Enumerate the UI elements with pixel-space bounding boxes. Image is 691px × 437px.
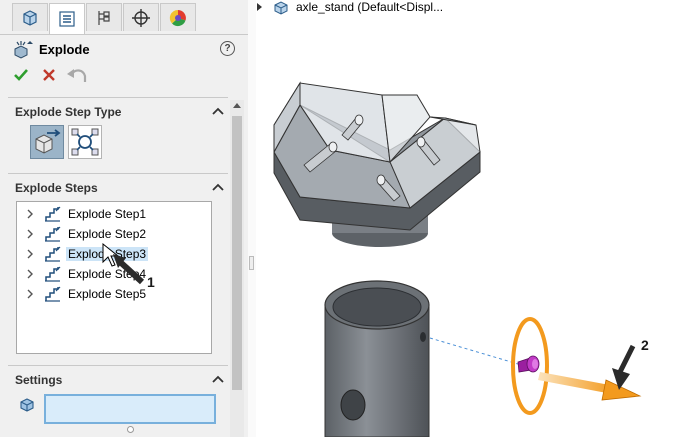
collapse-icon[interactable] xyxy=(211,106,225,116)
ok-button[interactable] xyxy=(12,66,30,84)
chevron-right-icon[interactable] xyxy=(26,228,34,240)
action-buttons xyxy=(12,66,132,86)
scroll-up-icon[interactable] xyxy=(233,102,241,110)
regular-explode-step-icon xyxy=(35,129,61,154)
graphics-viewport[interactable] xyxy=(256,16,691,437)
help-icon[interactable]: ? xyxy=(220,41,235,56)
explode-step-icon xyxy=(45,246,61,262)
collapse-icon[interactable] xyxy=(211,182,225,192)
explode-step-components-field[interactable] xyxy=(44,394,216,424)
explode-step-row[interactable]: Explode Step2 xyxy=(17,224,211,244)
explode-step-icon xyxy=(45,286,61,302)
callout-arrow-2 xyxy=(612,344,636,390)
separator xyxy=(8,173,228,174)
callout-label-2: 2 xyxy=(641,337,649,353)
assembly-icon xyxy=(274,1,288,15)
property-manager-title: Explode xyxy=(39,42,90,57)
screw-component[interactable] xyxy=(517,355,540,373)
property-manager-header: Explode ? xyxy=(12,40,242,60)
group-title-settings: Settings xyxy=(15,373,63,387)
property-manager-icon xyxy=(59,11,75,27)
group-title-explode-steps: Explode Steps xyxy=(15,181,98,195)
explode-step-icon xyxy=(45,226,61,242)
tab-configuration-manager[interactable] xyxy=(86,3,122,31)
display-manager-icon xyxy=(169,9,186,26)
splitter-grip[interactable] xyxy=(249,256,254,270)
explode-trail-line xyxy=(429,337,519,365)
collapse-icon[interactable] xyxy=(211,374,225,384)
group-title-explode-step-type: Explode Step Type xyxy=(15,105,122,119)
expand-arrow-icon[interactable] xyxy=(256,2,264,12)
tab-display-manager[interactable] xyxy=(160,3,196,31)
explode-step-row[interactable]: Explode Step1 xyxy=(17,204,211,224)
radial-explode-step-icon xyxy=(71,128,99,156)
cancel-button[interactable] xyxy=(40,66,58,84)
explode-step-icon xyxy=(45,206,61,222)
chevron-right-icon[interactable] xyxy=(26,208,34,220)
tab-property-manager[interactable] xyxy=(49,3,85,34)
flyout-feature-tree[interactable]: axle_stand (Default<Displ... xyxy=(256,0,686,16)
regular-step-button[interactable] xyxy=(30,125,64,159)
scrollbar-thumb[interactable] xyxy=(232,116,242,390)
panel-scrollbar[interactable] xyxy=(230,100,244,437)
assembly-name: axle_stand (Default<Displ... xyxy=(296,0,444,14)
component-selection-icon xyxy=(20,398,34,412)
explode-icon xyxy=(14,41,33,59)
axle-tube[interactable] xyxy=(324,280,430,437)
chevron-right-icon[interactable] xyxy=(26,248,34,260)
chevron-right-icon[interactable] xyxy=(26,288,34,300)
feature-manager-icon xyxy=(23,9,37,26)
radial-step-button[interactable] xyxy=(68,125,102,159)
undo-button[interactable] xyxy=(66,66,88,84)
callout-label-1: 1 xyxy=(147,274,155,290)
property-manager-panel: Explode ? Explode Step Type Explode Step… xyxy=(0,0,249,437)
explode-step-label: Explode Step5 xyxy=(68,287,147,301)
configuration-manager-icon xyxy=(98,10,110,25)
explode-step-label: Explode Step1 xyxy=(68,207,147,221)
explode-step-icon xyxy=(45,266,61,282)
panel-splitter[interactable] xyxy=(248,0,256,437)
explode-step-label: Explode Step2 xyxy=(68,227,147,241)
mouse-pointer-icon xyxy=(102,242,145,285)
tab-dimxpert-manager[interactable] xyxy=(123,3,159,31)
separator xyxy=(8,97,228,98)
panel-resize-handle[interactable] xyxy=(127,426,134,433)
separator xyxy=(8,365,228,366)
chevron-right-icon[interactable] xyxy=(26,268,34,280)
dimxpert-icon xyxy=(132,8,150,27)
manager-tab-bar xyxy=(0,0,248,35)
tab-feature-manager[interactable] xyxy=(12,3,48,31)
axle-yoke[interactable] xyxy=(273,81,481,231)
